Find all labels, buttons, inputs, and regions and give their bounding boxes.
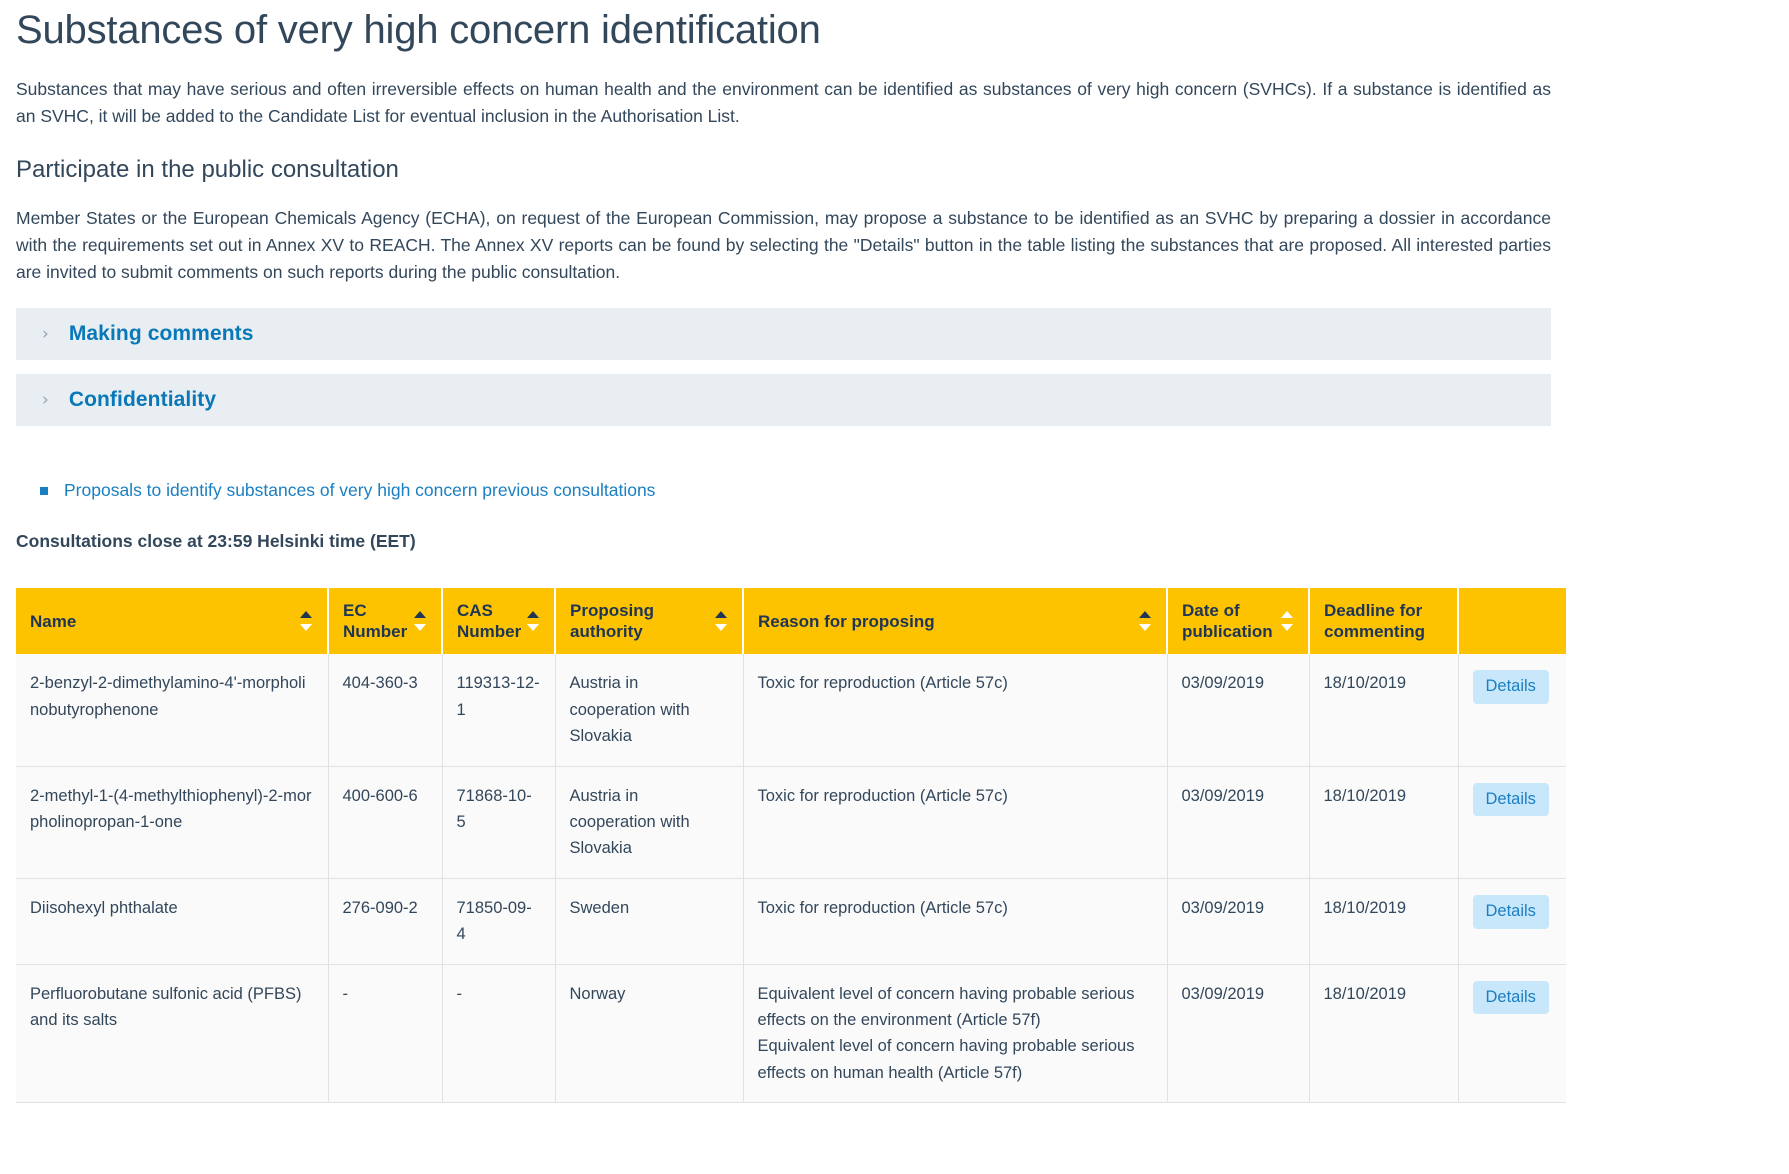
chevron-right-icon: › [42, 323, 49, 344]
table-row: Diisohexyl phthalate 276-090-2 71850-09-… [16, 878, 1566, 965]
cell-name: Diisohexyl phthalate [16, 878, 329, 965]
details-button[interactable]: Details [1472, 894, 1549, 929]
svhc-table: Name EC Number CAS Number Proposing auth… [16, 587, 1566, 1104]
column-header-label: Reason for proposing [758, 611, 935, 631]
column-header-actions [1458, 587, 1566, 655]
accordion-confidentiality[interactable]: › Confidentiality [16, 374, 1551, 427]
svhc-table-wrapper: Name EC Number CAS Number Proposing auth… [16, 587, 1566, 1104]
cell-ec-number: 400-600-6 [328, 766, 443, 879]
cell-reason-for-proposing: Toxic for reproduction (Article 57c) [743, 878, 1168, 965]
table-header-row: Name EC Number CAS Number Proposing auth… [16, 587, 1566, 655]
list-item: Proposals to identify substances of very… [40, 478, 1550, 503]
cell-ec-number: 276-090-2 [328, 878, 443, 965]
cell-date-of-publication: 03/09/2019 [1167, 654, 1310, 767]
column-header-label: Name [30, 611, 77, 631]
details-button[interactable]: Details [1472, 980, 1549, 1015]
cell-actions: Details [1458, 964, 1566, 1104]
previous-consultations-link[interactable]: Proposals to identify substances of very… [64, 480, 655, 500]
cell-cas-number: 119313-12-1 [442, 654, 556, 767]
column-header-label: Deadline for commenting [1324, 600, 1426, 642]
cell-reason-for-proposing: Equivalent level of concern having proba… [743, 964, 1168, 1104]
cell-name: 2-benzyl-2-dimethylamino-4'-morpholinobu… [16, 654, 329, 767]
sort-icon[interactable] [300, 610, 313, 632]
column-header-label: Date of publication [1182, 600, 1273, 642]
cell-date-of-publication: 03/09/2019 [1167, 964, 1310, 1104]
details-button[interactable]: Details [1472, 782, 1549, 817]
section-paragraph: Member States or the European Chemicals … [16, 208, 1551, 283]
table-row: 2-methyl-1-(4-methylthiophenyl)-2-morpho… [16, 766, 1566, 879]
reason-line: Toxic for reproduction (Article 57c) [757, 786, 1008, 805]
cell-date-of-publication: 03/09/2019 [1167, 766, 1310, 879]
cell-proposing-authority: Austria in cooperation with Slovakia [555, 766, 744, 879]
reason-line: Equivalent level of concern having proba… [757, 1037, 1135, 1082]
cell-actions: Details [1458, 766, 1566, 879]
page-title: Substances of very high concern identifi… [16, 8, 821, 52]
cell-name: Perfluorobutane sulfonic acid (PFBS) and… [16, 964, 329, 1104]
cell-actions: Details [1458, 654, 1566, 767]
table-row: 2-benzyl-2-dimethylamino-4'-morpholinobu… [16, 654, 1566, 767]
cell-cas-number: - [442, 964, 556, 1104]
column-header-label: EC Number [343, 600, 408, 642]
cell-deadline-for-commenting: 18/10/2019 [1309, 878, 1459, 965]
cell-reason-for-proposing: Toxic for reproduction (Article 57c) [743, 654, 1168, 767]
column-header-deadline-for-commenting[interactable]: Deadline for commenting [1309, 587, 1459, 655]
reason-line: Toxic for reproduction (Article 57c) [757, 898, 1008, 917]
column-header-date-of-publication[interactable]: Date of publication [1167, 587, 1310, 655]
accordion-label: Making comments [68, 322, 254, 346]
sort-icon[interactable] [1281, 610, 1294, 632]
column-header-proposing-authority[interactable]: Proposing authority [555, 587, 744, 655]
chevron-right-icon: › [42, 389, 49, 410]
accordion-making-comments[interactable]: › Making comments [16, 308, 1551, 361]
column-header-ec-number[interactable]: EC Number [328, 587, 443, 655]
column-header-label: Proposing authority [570, 600, 655, 642]
reason-line: Equivalent level of concern having proba… [757, 984, 1135, 1029]
page-root: Substances of very high concern identifi… [0, 8, 1566, 1104]
column-header-name[interactable]: Name [16, 587, 329, 655]
cell-deadline-for-commenting: 18/10/2019 [1309, 766, 1459, 879]
section-heading-participate: Participate in the public consultation [16, 156, 399, 184]
sort-icon[interactable] [527, 610, 540, 632]
cell-ec-number: 404-360-3 [328, 654, 443, 767]
cell-reason-for-proposing: Toxic for reproduction (Article 57c) [743, 766, 1168, 879]
cell-date-of-publication: 03/09/2019 [1167, 878, 1310, 965]
cell-deadline-for-commenting: 18/10/2019 [1309, 964, 1459, 1104]
accordion-label: Confidentiality [68, 388, 217, 412]
column-header-cas-number[interactable]: CAS Number [442, 587, 556, 655]
details-button[interactable]: Details [1472, 670, 1549, 705]
column-header-reason-for-proposing[interactable]: Reason for proposing [743, 587, 1168, 655]
consultation-close-note: Consultations close at 23:59 Helsinki ti… [16, 530, 416, 551]
related-links-list: Proposals to identify substances of very… [16, 478, 1550, 503]
sort-icon[interactable] [715, 610, 728, 632]
cell-proposing-authority: Austria in cooperation with Slovakia [555, 654, 744, 767]
intro-paragraph: Substances that may have serious and oft… [16, 79, 1551, 127]
table-header: Name EC Number CAS Number Proposing auth… [16, 587, 1566, 655]
cell-deadline-for-commenting: 18/10/2019 [1309, 654, 1459, 767]
cell-actions: Details [1458, 878, 1566, 965]
cell-cas-number: 71850-09-4 [442, 878, 556, 965]
column-header-label: CAS Number [457, 600, 522, 642]
table-body: 2-benzyl-2-dimethylamino-4'-morpholinobu… [16, 654, 1566, 1104]
table-row: Perfluorobutane sulfonic acid (PFBS) and… [16, 964, 1566, 1104]
cell-cas-number: 71868-10-5 [442, 766, 556, 879]
sort-icon[interactable] [1139, 610, 1152, 632]
cell-name: 2-methyl-1-(4-methylthiophenyl)-2-morpho… [16, 766, 329, 879]
cell-proposing-authority: Sweden [555, 878, 744, 965]
sort-icon[interactable] [414, 610, 427, 632]
cell-proposing-authority: Norway [555, 964, 744, 1104]
reason-line: Toxic for reproduction (Article 57c) [757, 674, 1008, 693]
cell-ec-number: - [328, 964, 443, 1104]
